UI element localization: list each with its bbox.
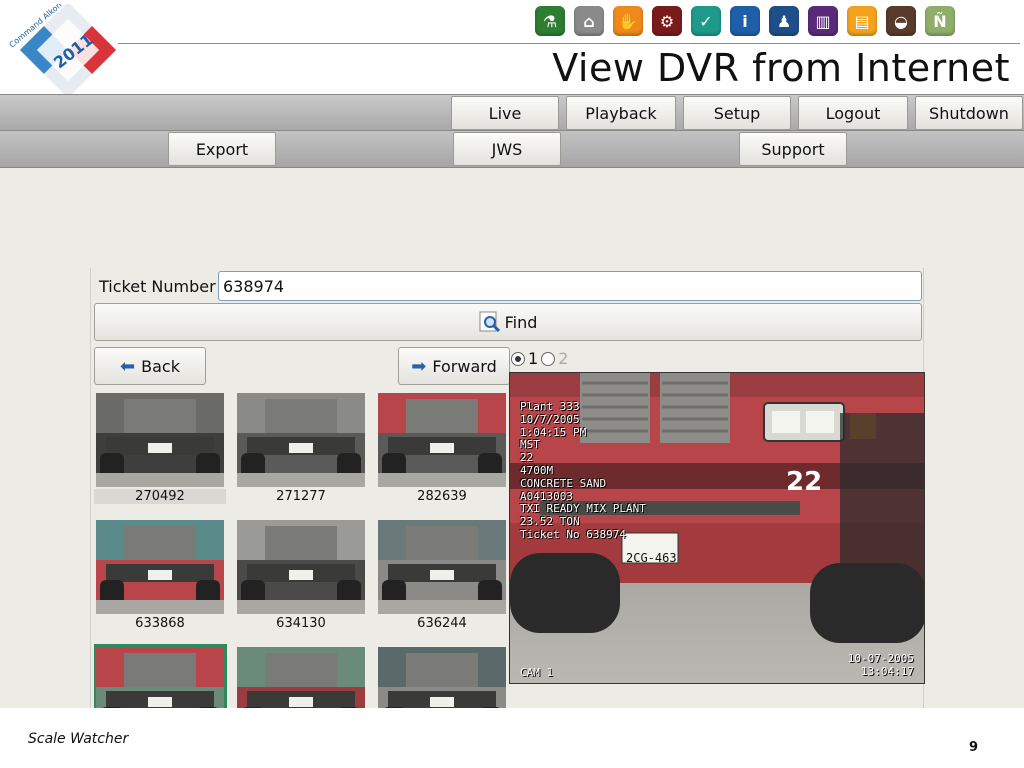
arrow-right-icon: ➡ [411, 355, 427, 377]
overlay-line: Plant 333 [520, 400, 580, 413]
export-button-label: Export [195, 139, 249, 159]
logout-button[interactable]: Logout [798, 96, 908, 130]
thumbnail-image [237, 393, 365, 487]
thumbnail-image [96, 393, 224, 487]
find-button-label: Find [504, 312, 538, 332]
camera-selector: 1 2 [511, 349, 568, 368]
magnifier-icon [479, 311, 500, 333]
shutdown-button-label: Shutdown [929, 103, 1009, 123]
hand-icon[interactable]: ✋ [613, 6, 643, 36]
camera-timestamp: 10-07-2005 13:04:17 [848, 653, 914, 679]
forward-button[interactable]: ➡ Forward [398, 347, 510, 385]
secondary-nav-bar: Export JWS Support [0, 130, 1024, 168]
thumbnail-image [237, 647, 365, 708]
slide-title: View DVR from Internet [552, 46, 1010, 90]
forward-button-label: Forward [432, 356, 497, 376]
thumbnail-item[interactable] [376, 645, 508, 708]
footer-caption: Scale Watcher [28, 731, 129, 747]
export-button[interactable]: Export [168, 132, 276, 166]
thumbnail-item[interactable]: 634130 [235, 518, 367, 638]
primary-nav-bar: Live Playback Setup Logout Shutdown [0, 94, 1024, 130]
ticket-number-input[interactable] [218, 271, 922, 301]
podium-icon[interactable]: ♟ [769, 6, 799, 36]
camera-label: CAM 1 [520, 666, 554, 679]
checkmark-icon[interactable]: ✓ [691, 6, 721, 36]
hat-icon[interactable]: ⌂ [574, 6, 604, 36]
playback-button-label: Playback [585, 103, 657, 123]
license-plate: 2CG-463 [626, 551, 677, 565]
thumbnail-item[interactable] [235, 645, 367, 708]
thumbnail-image [378, 393, 506, 487]
overlay-line: MST [520, 438, 540, 452]
camera-overlay-text: Plant 333 10/7/2005 1:04:15 PM MST 22 47… [520, 400, 646, 542]
thumbnail-image [96, 520, 224, 614]
jws-button[interactable]: JWS [453, 132, 561, 166]
camera-view[interactable]: Plant 333 10/7/2005 1:04:15 PM MST 22 47… [509, 372, 925, 684]
page-number: 9 [968, 740, 978, 755]
support-button-label: Support [761, 139, 825, 159]
helmet-icon[interactable]: ◒ [886, 6, 916, 36]
thumbnail-ticket-label: 633868 [135, 616, 185, 631]
thumbnail-ticket-label: 634130 [276, 616, 326, 631]
film-icon[interactable]: ▥ [808, 6, 838, 36]
thumbnail-image [378, 520, 506, 614]
overlay-line: 10/7/2005 [520, 412, 580, 426]
thumbnail-item[interactable]: 633868 [94, 518, 226, 638]
camera-time: 13:04:17 [861, 665, 914, 679]
thumbnail-item[interactable]: 636244 [376, 518, 508, 638]
support-button[interactable]: Support [739, 132, 847, 166]
setup-button-label: Setup [713, 103, 761, 123]
overlay-line: 4700M [520, 463, 554, 477]
live-button[interactable]: Live [451, 96, 559, 130]
flask-icon[interactable]: ⚗ [535, 6, 565, 36]
back-button[interactable]: ⬅ Back [94, 347, 206, 385]
ticket-search-panel: Ticket Number Find ⬅ Back ➡ Forward 2704… [90, 268, 925, 708]
app-icon-bar: ⚗ ⌂ ✋ ⚙ ✓ i ♟ ▥ ▤ ◒ Ñ [535, 6, 955, 38]
gears-icon[interactable]: ⚙ [652, 6, 682, 36]
app-area: Ticket Number Find ⬅ Back ➡ Forward 2704… [0, 168, 1024, 708]
live-button-label: Live [488, 103, 522, 123]
header-rule [118, 43, 1020, 44]
thumbnail-item[interactable]: 271277 [235, 391, 367, 511]
thumbnail-image [94, 644, 227, 708]
overlay-line: CONCRETE SAND [520, 476, 607, 490]
arrow-left-icon: ⬅ [120, 355, 136, 377]
jws-button-label: JWS [491, 139, 523, 159]
back-button-label: Back [141, 356, 180, 376]
camera-1-label: 1 [528, 349, 539, 368]
thumbnail-image [378, 647, 506, 708]
document-icon[interactable]: ▤ [847, 6, 877, 36]
thumbnail-image [237, 520, 365, 614]
overlay-line: Ticket No 638974 [520, 527, 626, 541]
thumbnail-ticket-label: 271277 [276, 489, 326, 504]
truck-number: 22 [786, 467, 823, 497]
thumbnail-item[interactable]: 282639 [376, 391, 508, 511]
playback-button[interactable]: Playback [566, 96, 676, 130]
camera-2-label: 2 [558, 349, 569, 368]
conference-logo: Command Alkon 2011 Conference [8, 4, 120, 96]
slide: Command Alkon 2011 Conference ⚗ ⌂ ✋ ⚙ ✓ i ♟ ▥ ▤ ◒… [0, 0, 1024, 768]
thumbnail-ticket-label: 282639 [417, 489, 467, 504]
n-logo-icon[interactable]: Ñ [925, 6, 955, 36]
thumbnail-ticket-label: 636244 [417, 616, 467, 631]
camera-2-radio[interactable] [541, 351, 556, 366]
thumbnail-item[interactable] [94, 644, 227, 708]
logout-button-label: Logout [825, 103, 881, 123]
thumbnail-ticket-label: 270492 [94, 489, 226, 504]
find-button[interactable]: Find [94, 303, 922, 341]
thumbnail-item[interactable]: 270492 [94, 391, 226, 511]
camera-1-radio[interactable] [511, 351, 525, 366]
info-icon[interactable]: i [730, 6, 760, 36]
setup-button[interactable]: Setup [683, 96, 791, 130]
ticket-number-label: Ticket Number [99, 277, 216, 296]
shutdown-button[interactable]: Shutdown [915, 96, 1023, 130]
thumbnail-grid: 270492 271277 282639 633868 634130 636244 [94, 391, 508, 708]
